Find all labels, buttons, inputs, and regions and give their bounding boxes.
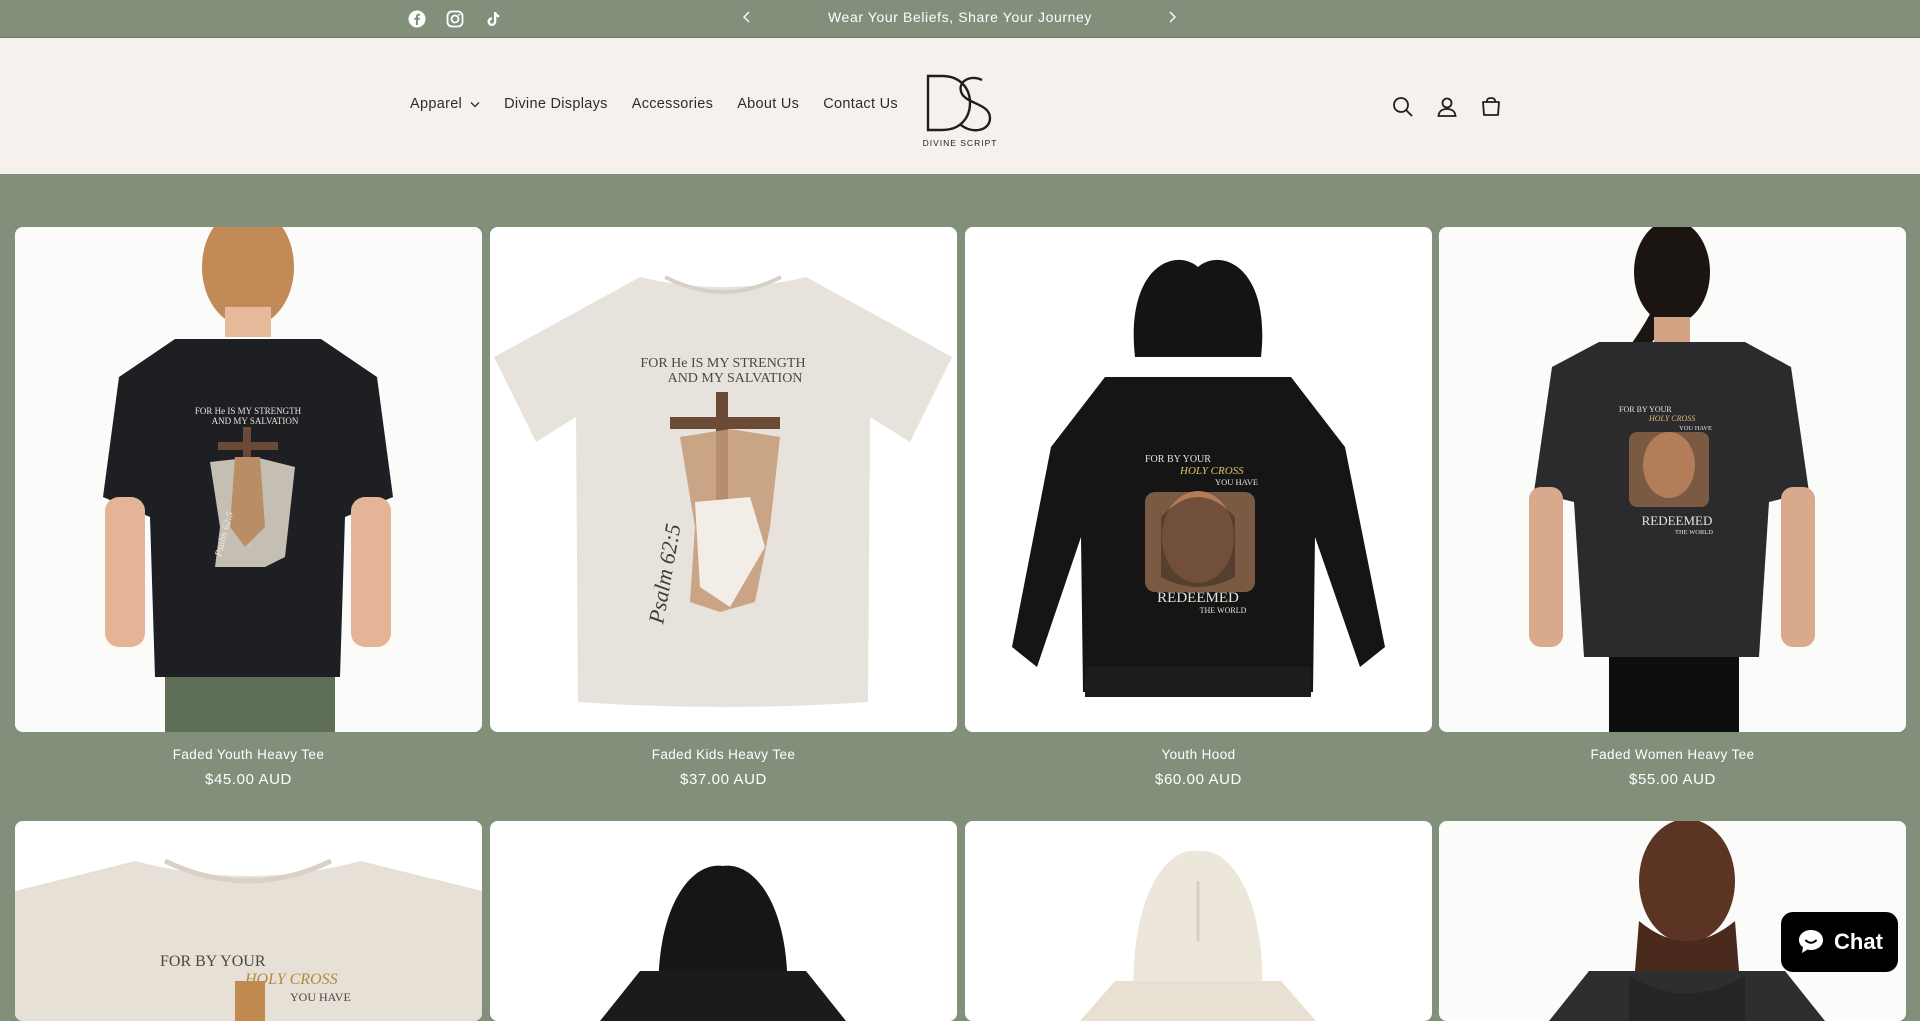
product-card[interactable]: FOR BY YOUR HOLY CROSS YOU HAVE REDEEMED… [1439, 227, 1906, 788]
product-title[interactable]: Youth Hood [965, 747, 1432, 762]
print-text: FOR BY YOUR [1145, 454, 1211, 465]
print-text: AND MY SALVATION [668, 371, 803, 386]
nav-item-label: Divine Displays [504, 96, 608, 112]
print-text: FOR BY YOUR [1619, 405, 1672, 414]
facebook-icon[interactable] [406, 8, 428, 30]
print-text: YOU HAVE [1215, 477, 1258, 487]
product-image[interactable]: FOR He IS MY STRENGTH AND MY SALVATION P… [490, 227, 957, 732]
search-icon[interactable] [1390, 94, 1416, 120]
product-card[interactable]: FOR BY YOUR HOLY CROSS YOU HAVE REDEEMED… [965, 227, 1432, 788]
chevron-down-icon [470, 101, 480, 107]
announcement-text: Wear Your Beliefs, Share Your Journey [828, 9, 1092, 25]
print-text: HOLY CROSS [1648, 414, 1695, 423]
site-logo[interactable]: DIVINE SCRIPT [920, 66, 1000, 150]
print-text: FOR BY YOUR [160, 953, 266, 970]
print-text: THE WORLD [1675, 529, 1713, 536]
cart-icon[interactable] [1478, 94, 1504, 120]
nav-item-label: Accessories [631, 96, 714, 112]
nav-item-label: About Us [737, 96, 800, 112]
product-image[interactable]: FOR BY YOUR HOLY CROSS YOU HAVE [15, 821, 482, 1021]
product-image[interactable] [965, 821, 1432, 1021]
product-price: $55.00 AUD [1629, 771, 1716, 788]
product-image[interactable] [490, 821, 957, 1021]
tiktok-icon[interactable] [482, 8, 504, 30]
product-price: $45.00 AUD [205, 771, 292, 788]
announcement-bar: Wear Your Beliefs, Share Your Journey [0, 0, 1920, 38]
nav-item-accessories[interactable]: Accessories [620, 96, 725, 112]
product-card[interactable] [490, 821, 957, 1021]
product-image[interactable]: FOR BY YOUR HOLY CROSS YOU HAVE REDEEMED… [1439, 227, 1906, 732]
nav-item-contact-us[interactable]: Contact Us [811, 96, 910, 112]
nav-item-about-us[interactable]: About Us [725, 96, 811, 112]
product-price: $37.00 AUD [680, 771, 767, 788]
print-text: YOU HAVE [290, 990, 351, 1004]
main-nav: Apparel Divine Displays Accessories Abou… [410, 96, 910, 112]
announcement-prev-button[interactable] [735, 6, 759, 30]
print-text: AND MY SALVATION [212, 416, 299, 426]
print-text: REDEEMED [1642, 513, 1713, 528]
nav-item-label: Apparel [410, 96, 463, 112]
social-links [406, 8, 504, 30]
site-header: Apparel Divine Displays Accessories Abou… [0, 38, 1920, 174]
nav-item-divine-displays[interactable]: Divine Displays [492, 96, 620, 112]
nav-item-label: Contact Us [823, 96, 898, 112]
product-price: $60.00 AUD [1155, 771, 1242, 788]
print-text: THE WORLD [1200, 606, 1247, 615]
logo-text: DIVINE SCRIPT [923, 138, 998, 148]
print-text: FOR He IS MY STRENGTH [640, 356, 805, 371]
nav-item-apparel[interactable]: Apparel [410, 96, 492, 112]
chat-button[interactable]: Chat [1781, 912, 1898, 972]
instagram-icon[interactable] [444, 8, 466, 30]
chevron-right-icon [1169, 11, 1176, 23]
chat-bubble-icon [1799, 930, 1824, 953]
print-text: YOU HAVE [1679, 425, 1712, 432]
product-image[interactable]: FOR He IS MY STRENGTH AND MY SALVATION P… [15, 227, 482, 732]
chevron-left-icon [743, 11, 750, 23]
product-title[interactable]: Faded Youth Heavy Tee [15, 747, 482, 762]
product-title[interactable]: Faded Women Heavy Tee [1439, 747, 1906, 762]
print-text: HOLY CROSS [1179, 465, 1244, 477]
product-image[interactable]: FOR BY YOUR HOLY CROSS YOU HAVE REDEEMED… [965, 227, 1432, 732]
print-text: FOR He IS MY STRENGTH [195, 406, 302, 416]
product-title[interactable]: Faded Kids Heavy Tee [490, 747, 957, 762]
product-card[interactable]: FOR BY YOUR HOLY CROSS YOU HAVE [15, 821, 482, 1021]
product-card[interactable]: FOR He IS MY STRENGTH AND MY SALVATION P… [490, 227, 957, 788]
announcement-next-button[interactable] [1160, 6, 1184, 30]
product-card[interactable]: FOR He IS MY STRENGTH AND MY SALVATION P… [15, 227, 482, 788]
product-card[interactable] [965, 821, 1432, 1021]
chat-label: Chat [1834, 929, 1883, 954]
header-actions [1390, 94, 1504, 120]
print-text: REDEEMED [1157, 590, 1239, 606]
account-icon[interactable] [1434, 94, 1460, 120]
